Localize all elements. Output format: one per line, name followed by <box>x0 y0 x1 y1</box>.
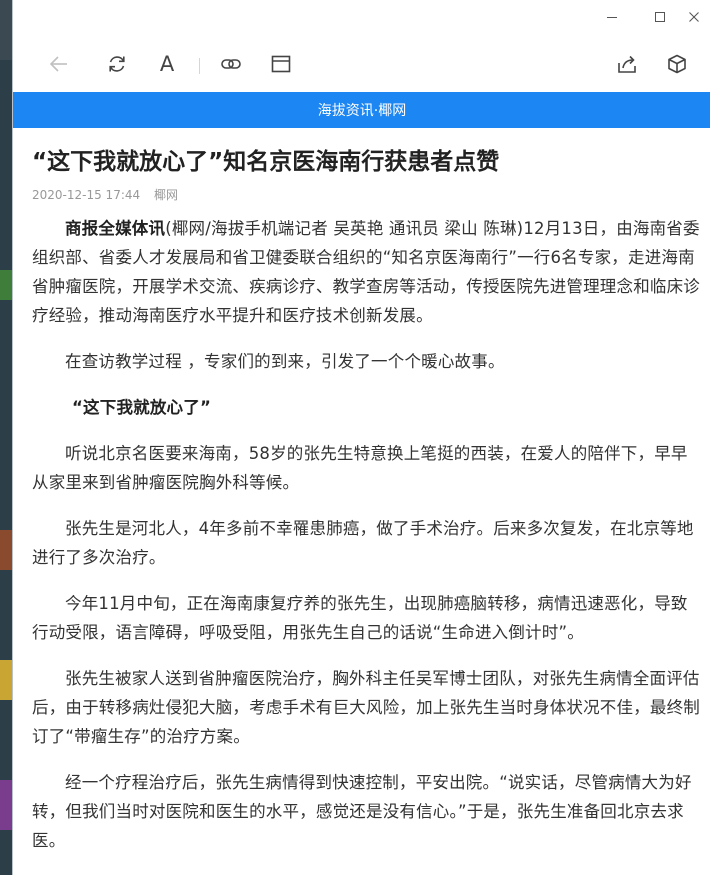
window-icon <box>271 55 291 73</box>
share-icon <box>618 55 636 73</box>
font-size-button[interactable]: A <box>151 48 183 80</box>
maximize-icon <box>655 12 665 22</box>
site-banner[interactable]: 海拔资讯·椰网 <box>13 92 710 128</box>
paragraph: 商报全媒体讯(椰网/海拔手机端记者 吴英艳 通讯员 梁山 陈琳)12月13日，由… <box>32 214 702 330</box>
paragraph: 张先生被家人送到省肿瘤医院治疗，胸外科主任吴军博士团队，对张先生病情全面评估后，… <box>32 669 700 746</box>
close-icon <box>689 12 699 22</box>
article-meta: 2020-12-15 17:44 椰网 <box>32 186 178 203</box>
article-source[interactable]: 椰网 <box>154 188 178 202</box>
close-button[interactable] <box>677 4 710 30</box>
share-button[interactable] <box>611 48 643 80</box>
desktop-background <box>0 0 12 875</box>
article-title: “这下我就放心了”知名京医海南行获患者点赞 <box>32 149 500 175</box>
article-date: 2020-12-15 17:44 <box>32 188 141 202</box>
desktop-icon-strip <box>0 660 12 700</box>
copy-link-button[interactable] <box>215 48 247 80</box>
refresh-icon <box>109 56 125 72</box>
title-bar <box>13 0 710 34</box>
toolbar: A <box>13 34 710 92</box>
cube-icon <box>668 54 686 74</box>
paragraph-lead: 商报全媒体讯 <box>65 219 166 238</box>
paragraph: 张先生是河北人，4年多前不幸罹患肺癌，做了手术治疗。后来多次复发，在北京等地进行… <box>32 519 694 567</box>
site-banner-label: 海拔资讯·椰网 <box>317 103 407 119</box>
article-body: 商报全媒体讯(椰网/海拔手机端记者 吴英艳 通讯员 梁山 陈琳)12月13日，由… <box>32 214 702 872</box>
article-subheading: “这下我就放心了” <box>72 398 211 417</box>
reader-window: A 海拔资讯·椰网 “这下我就放心了”知名京医海南行获患者点赞 2020-12-… <box>12 0 710 875</box>
maximize-button[interactable] <box>643 4 677 30</box>
font-icon: A <box>159 51 175 76</box>
paragraph: 听说北京名医要来海南，58岁的张先生特意换上笔挺的西装，在爱人的陪伴下，早早从家… <box>32 444 688 492</box>
refresh-button[interactable] <box>101 48 133 80</box>
package-button[interactable] <box>661 48 693 80</box>
minimize-button[interactable] <box>595 4 629 30</box>
link-icon <box>221 59 241 69</box>
desktop-icon-strip <box>0 0 12 60</box>
window-mode-button[interactable] <box>265 48 297 80</box>
back-button[interactable] <box>43 48 75 80</box>
toolbar-divider <box>199 58 200 74</box>
article: “这下我就放心了”知名京医海南行获患者点赞 2020-12-15 17:44 椰… <box>23 128 706 875</box>
desktop-icon-strip <box>0 270 12 300</box>
desktop-icon-strip <box>0 780 12 830</box>
paragraph: 在查访教学过程 ，专家们的到来，引发了一个个暖心故事。 <box>65 352 505 371</box>
back-icon <box>49 56 67 72</box>
minimize-icon <box>607 17 617 18</box>
paragraph: 经一个疗程治疗后，张先生病情得到快速控制，平安出院。“说实话，尽管病情大为好转，… <box>32 773 692 850</box>
desktop-icon-strip <box>0 530 12 570</box>
paragraph: 今年11月中旬，正在海南康复疗养的张先生，出现肺癌脑转移，病情迅速恶化，导致行动… <box>32 594 688 642</box>
